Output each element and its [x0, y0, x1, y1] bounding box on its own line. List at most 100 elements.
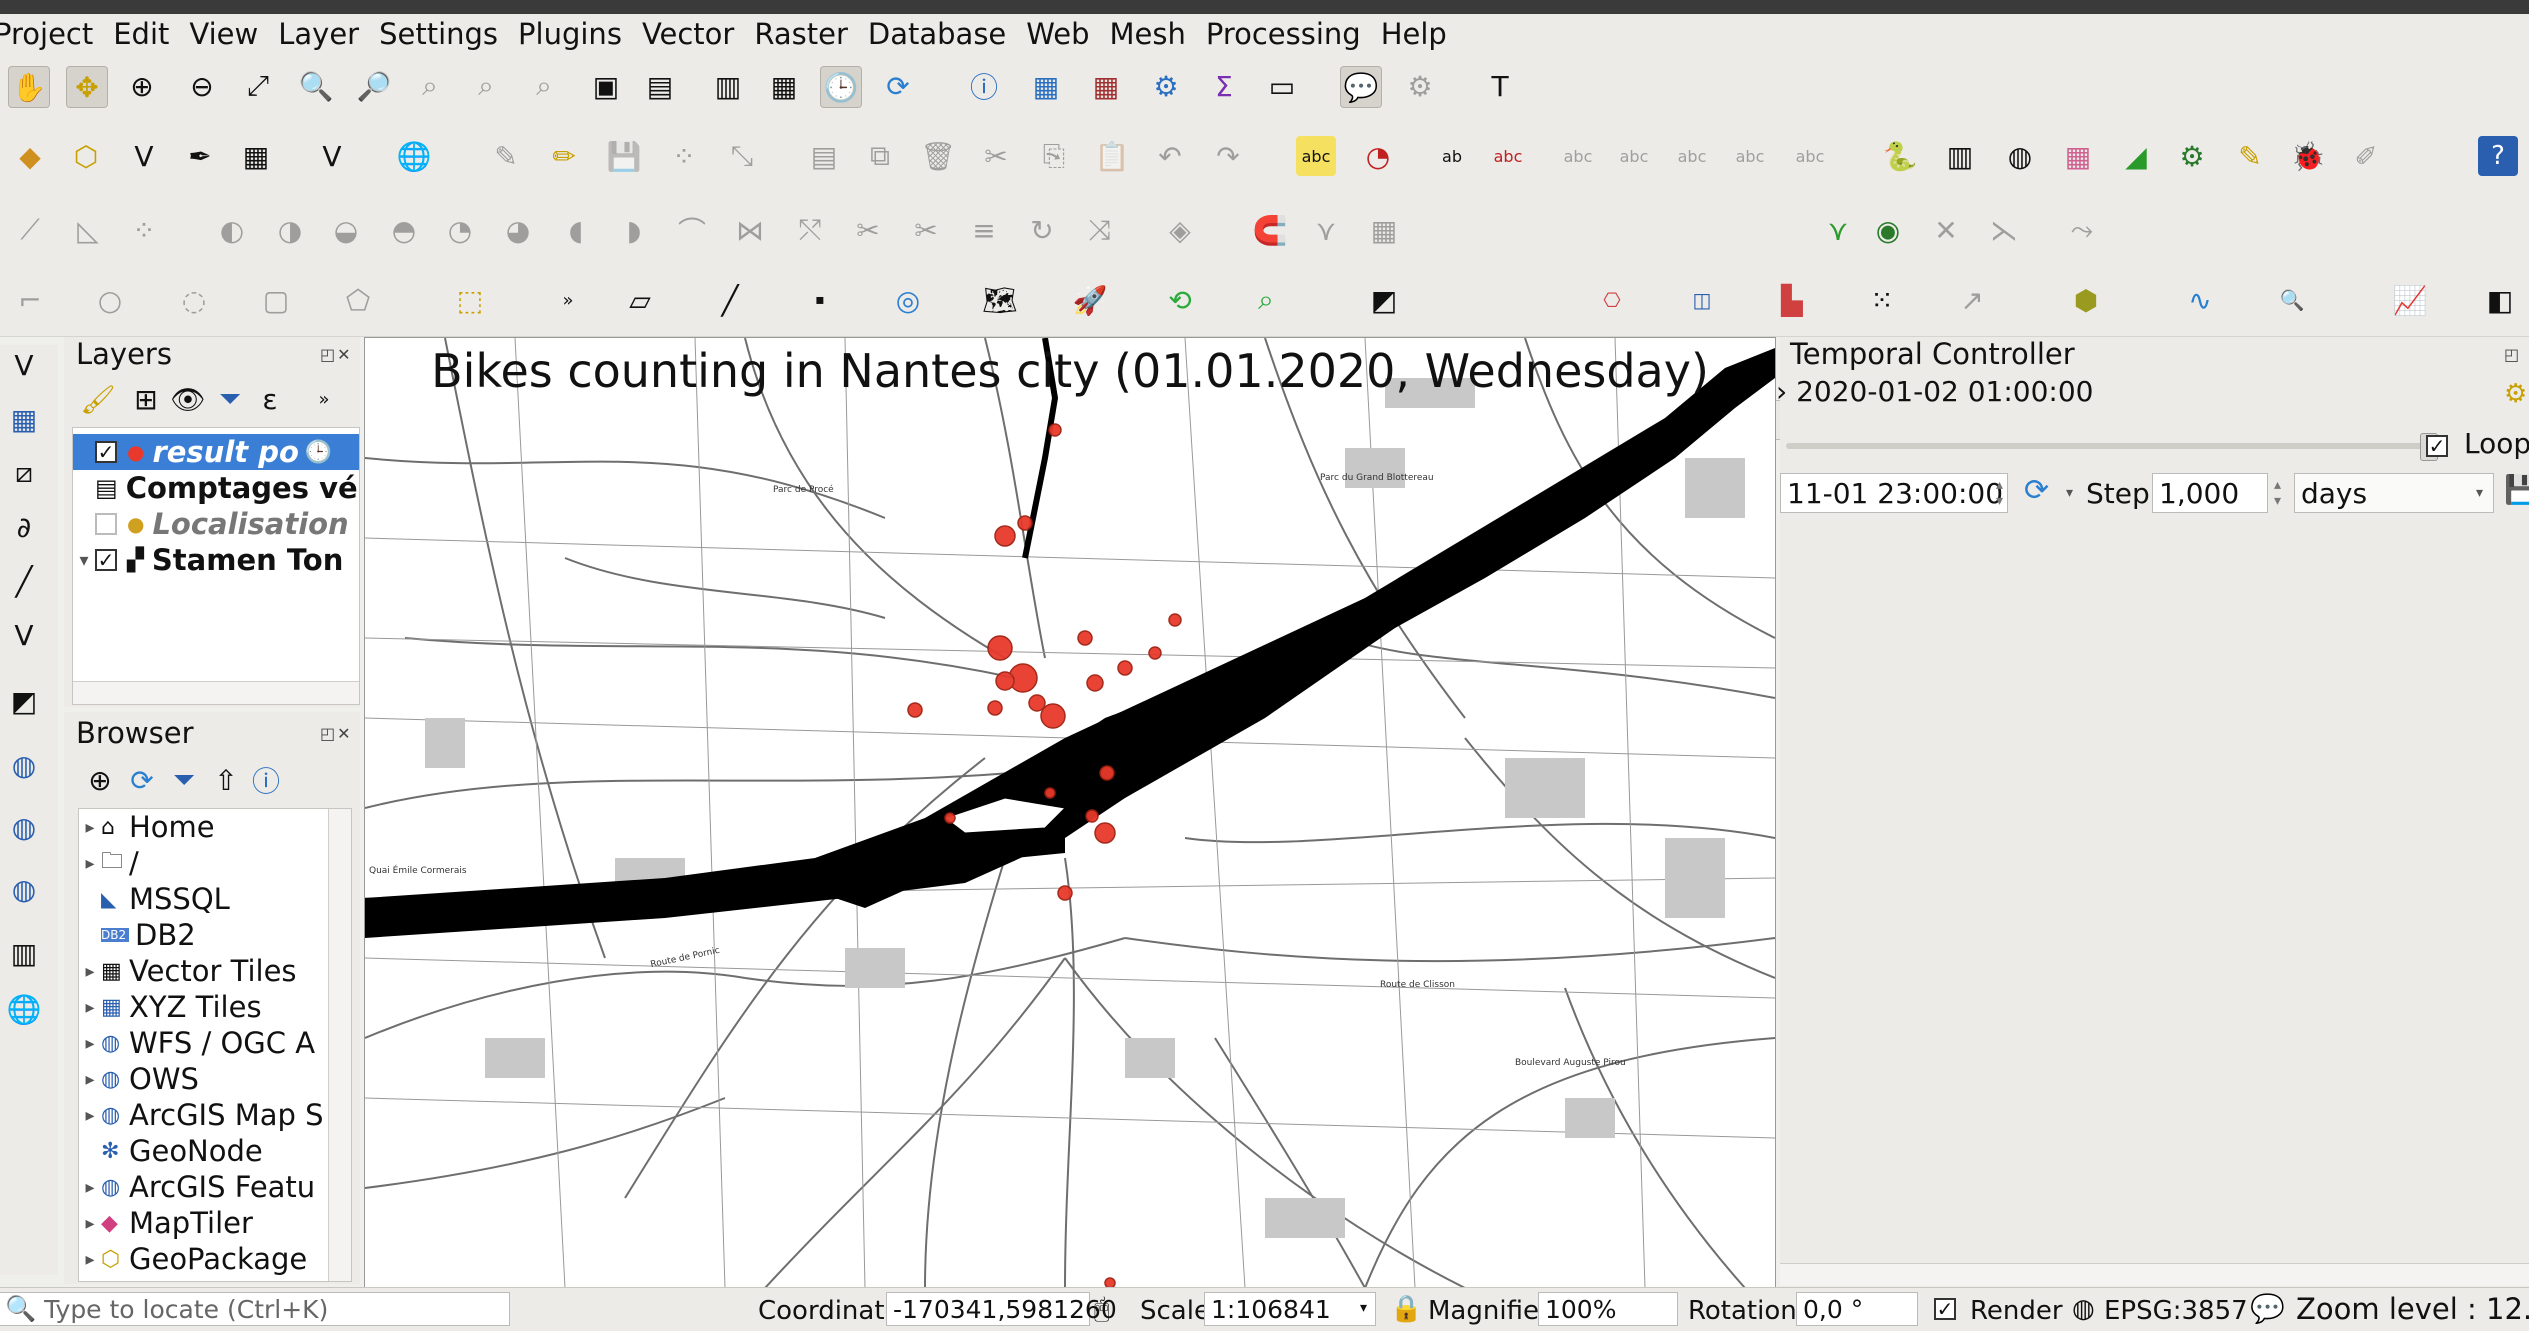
menu-settings[interactable]: Settings — [379, 17, 498, 51]
bug-plugin-icon[interactable]: 🐞 — [2288, 136, 2328, 176]
rotate-icon[interactable]: ↻ — [1022, 210, 1062, 250]
statistics-sigma-icon[interactable]: Σ — [1204, 66, 1244, 106]
layers-more-icon[interactable]: » — [304, 379, 344, 419]
scale-icon[interactable]: ◈ — [1160, 210, 1200, 250]
rotation-input[interactable]: 0,0 ° — [1796, 1292, 1918, 1326]
temporal-hscroll[interactable] — [1780, 1263, 2529, 1286]
layout-icon[interactable]: ◫ — [1682, 280, 1722, 320]
label-props-icon[interactable]: abc — [1730, 136, 1770, 176]
browser-refresh-icon[interactable]: ⟳ — [122, 760, 162, 800]
add-feature-icon[interactable]: ⁘ — [664, 136, 704, 176]
browser-item-root[interactable]: ▸ 🗀 / — [79, 845, 138, 881]
add-wcs-globe-icon[interactable]: ◍ — [4, 807, 44, 847]
identify-icon[interactable]: ⓘ — [964, 66, 1004, 106]
refresh-icon[interactable]: ⟳ — [878, 66, 918, 106]
intersection-icon[interactable]: ✕ — [1926, 210, 1966, 250]
temporal-refresh-icon[interactable]: ⟳ — [2024, 473, 2049, 508]
browser-item-wfs[interactable]: ▸ ◍ WFS / OGC A — [79, 1025, 315, 1061]
layer-row-result[interactable]: ✓ ● result po 🕒 — [73, 434, 359, 470]
add-selected-icon[interactable]: ⊕ — [80, 760, 120, 800]
add-polygon-icon[interactable]: ⬠ — [338, 280, 378, 320]
browser-vscroll[interactable] — [328, 809, 351, 1281]
zoom-full-icon[interactable]: ⤢ — [238, 66, 278, 106]
db-manager-icon[interactable]: ▥ — [1940, 136, 1980, 176]
add-mesh-layer-icon[interactable]: ⧄ — [4, 453, 44, 493]
step-unit-chevron-down-icon[interactable]: ▾ — [2476, 485, 2483, 501]
annotation-gear-icon[interactable]: ⚙ — [1400, 66, 1440, 106]
browser-item-home[interactable]: ▸ ⌂ Home — [79, 809, 214, 845]
menu-view[interactable]: View — [189, 17, 258, 51]
add-vector-layer-icon[interactable]: V — [4, 345, 44, 385]
cursor-plugin-icon[interactable]: ↗ — [1952, 280, 1992, 320]
messages-bubble-icon[interactable]: 💬 — [2250, 1292, 2285, 1325]
diagram-tool-icon[interactable]: ◔ — [1358, 136, 1398, 176]
paste-icon[interactable]: 📋 — [1092, 136, 1132, 176]
layer-row-stamen[interactable]: ▾ ✓ ▞ Stamen Ton — [73, 542, 343, 578]
temporal-start-datetime[interactable]: 11-01 23:00:00 — [1780, 473, 2008, 513]
menu-project[interactable]: Project — [0, 17, 93, 51]
layer-row-comptages[interactable]: ▤ Comptages vé — [73, 470, 358, 506]
simplify-icon[interactable]: ◖ — [556, 210, 596, 250]
label-tool-icon[interactable]: abc — [1296, 136, 1336, 176]
layers-hscroll[interactable] — [73, 681, 359, 704]
step-spin-icon[interactable]: ▴ ▾ — [2274, 477, 2281, 509]
trim-extend-icon[interactable]: ≡ — [964, 210, 1004, 250]
point-cloud-icon[interactable]: ⁙ — [1862, 280, 1902, 320]
menu-plugins[interactable]: Plugins — [518, 17, 622, 51]
layer-checkbox-localisation[interactable] — [95, 513, 117, 535]
menu-web[interactable]: Web — [1026, 17, 1089, 51]
collapse-all-icon[interactable]: ⇧ — [206, 760, 246, 800]
save-edits-icon[interactable]: 💾 — [604, 136, 644, 176]
merge-attributes-icon[interactable]: ⋈ — [730, 210, 770, 250]
zoom-next-icon[interactable]: ⌕ — [524, 66, 564, 106]
temporal-clock-icon[interactable]: 🕒 — [820, 66, 862, 108]
topology-edit-icon[interactable]: ⋎ — [1818, 210, 1858, 250]
collapse-arrow-icon[interactable]: ▾ — [73, 550, 95, 571]
reverse-line-icon[interactable]: ✂ — [906, 210, 946, 250]
add-virtual-icon[interactable]: V — [4, 615, 44, 655]
expression-filter-icon[interactable]: ε — [250, 379, 290, 419]
layer-style-icon[interactable]: 🖌 — [78, 379, 118, 419]
dot-icon[interactable]: ▪ — [800, 280, 840, 320]
plugin-pin-icon[interactable]: ✐ — [2346, 136, 2386, 176]
browser-item-arcgis-map[interactable]: ▸ ◍ ArcGIS Map S — [79, 1097, 323, 1133]
step-unit-select[interactable]: days — [2294, 473, 2494, 513]
add-group-icon[interactable]: ⊞ — [126, 379, 166, 419]
menu-processing[interactable]: Processing — [1206, 17, 1361, 51]
zoom-in-icon[interactable]: ⊕ — [122, 66, 162, 106]
redo-icon[interactable]: ↷ — [1208, 136, 1248, 176]
modify-attributes-icon[interactable]: ▤ — [804, 136, 844, 176]
rotate-label-icon[interactable]: abc — [1614, 136, 1654, 176]
panel-float-close-icon[interactable]: ◰✕ — [320, 345, 353, 364]
add-circle-icon[interactable]: ○ — [90, 280, 130, 320]
qgis-search-icon[interactable]: ⌕ — [1246, 280, 1286, 320]
qms-icon[interactable]: ◎ — [888, 280, 928, 320]
georeferencer-icon[interactable]: 🗺 — [980, 280, 1020, 320]
add-ellipse-icon[interactable]: ◌ — [174, 280, 214, 320]
browser-item-mssql[interactable]: ◣ MSSQL — [79, 881, 230, 917]
select-more-icon[interactable]: » — [548, 280, 588, 320]
vertex-tool-icon[interactable]: ⤡ — [722, 136, 762, 176]
zoom-to-layer-icon[interactable]: 🔎 — [354, 66, 394, 106]
add-wms-icon[interactable]: ◩ — [4, 681, 44, 721]
rocket-icon[interactable]: 🚀 — [1070, 280, 1110, 320]
layer-checkbox-result[interactable]: ✓ — [95, 440, 117, 464]
scale-input[interactable]: 1:106841 — [1204, 1292, 1376, 1326]
zoom-out-icon[interactable]: ⊖ — [182, 66, 222, 106]
line-icon[interactable]: ╱ — [710, 280, 750, 320]
digitize-ruler-icon[interactable]: ◺ — [68, 210, 108, 250]
pencil-plugin-icon[interactable]: ✎ — [2230, 136, 2270, 176]
refresh-icon-left[interactable]: ▥ — [708, 66, 748, 106]
temporal-slider-track[interactable] — [1786, 443, 2426, 449]
snapping-magnet-icon[interactable]: 🧲 — [1250, 210, 1290, 250]
profile-tool-icon[interactable]: ◢ — [2116, 136, 2156, 176]
browser-item-maptiler[interactable]: ▸ ◆ MapTiler — [79, 1205, 252, 1241]
map-canvas[interactable]: Bikes counting in Nantes city (01.01.202… — [364, 337, 1776, 1289]
menu-mesh[interactable]: Mesh — [1110, 17, 1186, 51]
copy-icon[interactable]: ⎘ — [1034, 136, 1074, 176]
browser-item-geonode[interactable]: ✻ GeoNode — [79, 1133, 263, 1169]
add-raster-layer-icon[interactable]: ▦ — [4, 399, 44, 439]
cad-icon[interactable]: ⎔ — [1592, 280, 1632, 320]
map-tips-bubble-icon[interactable]: 💬 — [1340, 66, 1382, 108]
snapping-type-icon[interactable]: ▦ — [1364, 210, 1404, 250]
